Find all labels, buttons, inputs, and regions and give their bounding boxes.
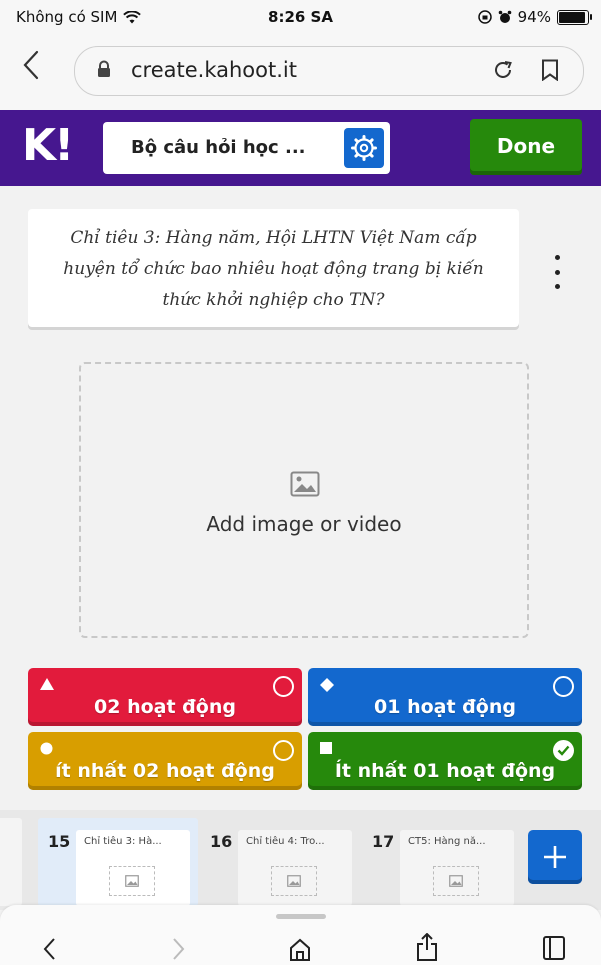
answer-4[interactable]: Ít nhất 01 hoạt động <box>308 732 582 790</box>
slide-item[interactable]: 16 Chỉ tiêu 4: Tro... <box>200 818 360 906</box>
question-card[interactable]: Chỉ tiêu 3: Hàng năm, Hội LHTN Việt Nam … <box>28 209 519 327</box>
answer-3[interactable]: ít nhất 02 hoạt động <box>28 732 302 790</box>
slide-thumbnail-partial[interactable] <box>0 818 22 906</box>
reload-icon[interactable] <box>491 58 515 82</box>
slide-item[interactable]: 15 Chỉ tiêu 3: Hà... <box>38 818 198 906</box>
slide-title: Chỉ tiêu 4: Tro... <box>246 836 325 847</box>
slide-title: CT5: Hàng nă... <box>408 836 486 847</box>
answer-2[interactable]: 01 hoạt động <box>308 668 582 726</box>
diamond-icon <box>320 678 334 692</box>
square-icon <box>320 742 332 754</box>
mark-correct-toggle[interactable] <box>553 676 574 697</box>
gear-icon <box>351 135 377 161</box>
image-icon <box>290 471 320 497</box>
sheet-grabber[interactable] <box>276 914 326 919</box>
mark-correct-toggle[interactable] <box>273 740 294 761</box>
answer-label: Ít nhất 01 hoạt động <box>334 760 556 782</box>
add-media-label: Add image or video <box>206 512 402 536</box>
circle-icon <box>40 742 53 755</box>
slide-thumbnail: Chỉ tiêu 4: Tro... <box>238 830 352 906</box>
answer-label: 02 hoạt động <box>94 696 236 718</box>
browser-bottom-bar <box>0 905 601 965</box>
image-icon <box>125 875 139 887</box>
slide-number: 16 <box>210 832 233 851</box>
back-icon[interactable] <box>42 937 56 961</box>
browser-back-button[interactable] <box>22 50 40 87</box>
kebab-dot <box>554 269 560 275</box>
slide-number: 17 <box>372 832 395 851</box>
forward-icon[interactable] <box>172 937 186 961</box>
status-bar: Không có SIM 8:26 SA 94% <box>0 0 601 34</box>
slide-image-placeholder <box>271 866 317 896</box>
address-bar[interactable]: create.kahoot.it <box>74 46 584 96</box>
image-icon <box>449 875 463 887</box>
orientation-lock-icon <box>477 10 492 24</box>
chevron-left-icon <box>23 50 39 80</box>
answer-1[interactable]: 02 hoạt động <box>28 668 302 726</box>
tabs-icon[interactable] <box>542 935 566 961</box>
done-button[interactable]: Done <box>470 119 582 175</box>
settings-button[interactable] <box>344 128 384 168</box>
question-text: Chỉ tiêu 3: Hàng năm, Hội LHTN Việt Nam … <box>63 228 484 310</box>
alarm-icon <box>498 10 511 23</box>
kebab-dot <box>554 255 560 260</box>
home-icon[interactable] <box>288 937 312 961</box>
slide-thumbnail: CT5: Hàng nă... <box>400 830 514 906</box>
slide-image-placeholder <box>109 866 155 896</box>
add-media-area[interactable]: Add image or video <box>79 362 529 638</box>
status-right: 94% <box>477 8 592 26</box>
slide-title: Chỉ tiêu 3: Hà... <box>84 836 162 847</box>
browser-toolbar: create.kahoot.it <box>0 34 601 110</box>
kahoot-title-field[interactable]: Bộ câu hỏi học ... <box>103 122 390 174</box>
battery-icon <box>557 9 592 25</box>
slide-item[interactable]: 17 CT5: Hàng nă... <box>362 818 522 906</box>
slide-thumbnail: Chỉ tiêu 3: Hà... <box>76 830 190 906</box>
battery-percent: 94% <box>517 8 551 26</box>
image-icon <box>287 875 301 887</box>
kahoot-title: Bộ câu hỏi học ... <box>131 137 306 158</box>
triangle-icon <box>40 678 54 690</box>
answer-label: 01 hoạt động <box>374 696 516 718</box>
slide-strip[interactable]: 15 Chỉ tiêu 3: Hà... 16 Chỉ tiêu 4: Tro.… <box>0 810 601 910</box>
battery-level <box>559 11 586 23</box>
slide-number: 15 <box>48 832 71 851</box>
kahoot-header: K! Bộ câu hỏi học ... Done <box>0 110 601 186</box>
slide-image-placeholder <box>433 866 479 896</box>
lock-icon <box>98 60 110 77</box>
check-icon <box>557 745 570 756</box>
more-options-icon[interactable] <box>550 255 564 289</box>
correct-answer-toggle[interactable] <box>553 740 574 761</box>
bookmark-icon[interactable] <box>541 59 559 81</box>
mark-correct-toggle[interactable] <box>273 676 294 697</box>
kebab-dot <box>554 284 560 289</box>
add-question-button[interactable] <box>528 830 582 884</box>
kahoot-logo[interactable]: K! <box>22 120 74 171</box>
share-icon[interactable] <box>416 933 438 961</box>
url-text: create.kahoot.it <box>131 58 297 82</box>
plus-icon <box>544 846 566 868</box>
answer-label: ít nhất 02 hoạt động <box>55 760 275 782</box>
